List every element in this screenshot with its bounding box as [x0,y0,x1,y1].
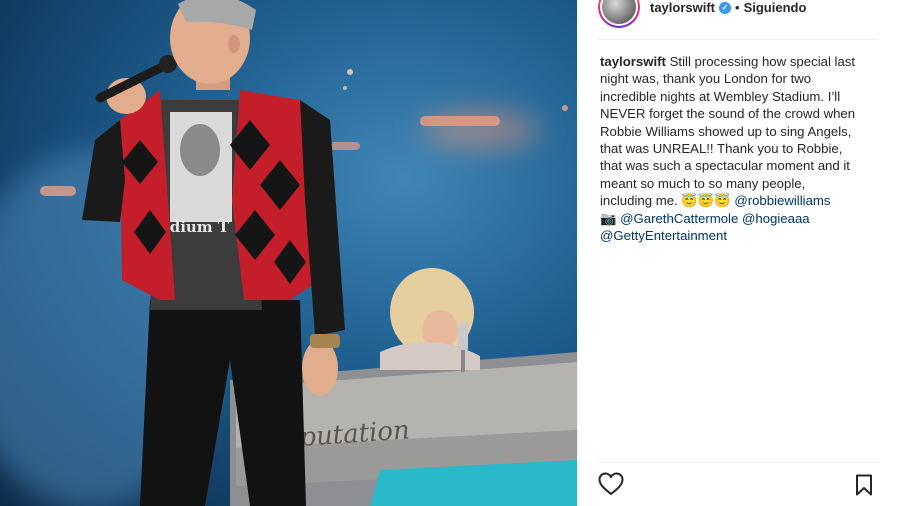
post-caption: taylorswift Still processing how special… [600,53,878,244]
avatar[interactable] [598,0,640,28]
pianist [380,268,480,372]
caption-text: Still processing how special last [669,54,856,69]
caption-line: @GettyEntertainment [600,227,878,244]
post-side-panel: taylorswift ✓ • Siguiendo taylorswift St… [578,0,900,506]
header-username[interactable]: taylorswift [650,0,715,15]
caption-line: including me. 😇😇😇 @robbiewilliams [600,192,878,209]
header-separator: • [735,0,740,15]
mention-garethcattermole[interactable]: @GarethCattermole [620,211,738,226]
camera-emoji: 📷 [600,210,617,226]
angel-emojis: 😇😇😇 [681,193,731,209]
mention-gettyentertainment[interactable]: @GettyEntertainment [600,228,727,243]
caption-username[interactable]: taylorswift [600,54,666,69]
avatar-ring [600,0,638,26]
mention-hogieaaa[interactable]: @hogieaaa [742,211,810,226]
caption-line: 📷 @GarethCattermole @hogieaaa [600,210,878,227]
avatar-image [602,0,636,24]
verified-badge-icon: ✓ [719,1,732,14]
bookmark-outline-icon[interactable] [854,474,876,496]
actions-divider [598,462,878,463]
caption-line: that was such a spectacular moment and i… [600,158,850,174]
header-divider [598,39,878,40]
post-header: taylorswift ✓ • Siguiendo [578,0,878,28]
heart-outline-icon[interactable] [598,472,626,498]
photo-illustration: putation adium T [40,0,578,506]
caption-line: night was, thank you London for two [600,71,812,87]
following-button[interactable]: Siguiendo [744,0,807,15]
caption-line: meant so much to so many people, [600,175,806,191]
caption-line: taylorswift Still processing how special… [600,53,878,70]
post-photo[interactable]: putation adium T [0,0,578,506]
mention-robbiewilliams[interactable]: @robbiewilliams [734,193,830,208]
shirt-text: adium T [160,218,230,236]
caption-line: Robbie Williams showed up to sing Angels… [600,123,852,139]
caption-line: that was UNREAL!! Thank you to Robbie, [600,141,843,157]
header-text: taylorswift ✓ • Siguiendo [650,0,806,15]
caption-line: incredible nights at Wembley Stadium. I’… [600,88,841,104]
caption-line: NEVER forget the sound of the crowd when [600,106,856,122]
caption-text: including me. [600,193,678,209]
